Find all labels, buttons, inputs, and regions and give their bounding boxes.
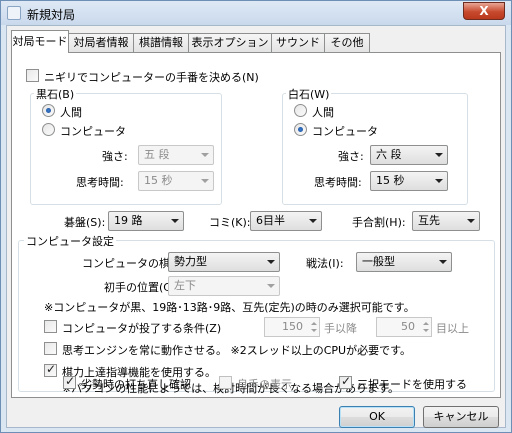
komi-select[interactable]: 6目半	[250, 211, 322, 231]
chevron-down-icon	[309, 219, 317, 223]
black-strength-label: 強さ:	[102, 150, 128, 163]
retry-checkbox[interactable]	[63, 374, 76, 389]
white-strength-label: 強さ:	[338, 150, 364, 163]
white-strength-select[interactable]: 六 段	[370, 145, 448, 165]
dialog-body: 対局モード 対局者情報 棋譜情報 表示オプション サウンド その他 ニギリでコン…	[6, 25, 506, 428]
close-button[interactable]: X	[463, 2, 505, 20]
black-strength-select[interactable]: 五 段	[138, 145, 214, 165]
spin-down-icon	[311, 329, 317, 332]
resign-points-value: 50	[401, 320, 415, 333]
chevron-down-icon	[201, 179, 209, 183]
chevron-down-icon	[171, 219, 179, 223]
spin-up-icon	[311, 322, 317, 325]
chevron-down-icon	[267, 260, 275, 264]
good-move-label: 良手の表示	[237, 378, 292, 391]
cancel-button[interactable]: キャンセル	[423, 406, 499, 428]
title-bar: 新規対局 X	[1, 1, 511, 25]
chevron-down-icon	[201, 153, 209, 157]
dialog-window: 新規対局 X 対局モード 対局者情報 棋譜情報 表示オプション サウンド その他…	[0, 0, 512, 433]
first-pos-value: 左下	[174, 279, 196, 292]
good-move-checkbox[interactable]	[219, 376, 232, 389]
white-group-title: 白石(W)	[286, 86, 332, 102]
nigiri-label: ニギリでコンピューターの手番を決める(N)	[44, 71, 259, 84]
chevron-down-icon	[467, 219, 475, 223]
three-choice-checkbox[interactable]	[339, 374, 352, 389]
board-size-select[interactable]: 19 路	[108, 211, 184, 231]
style-value: 勢力型	[174, 255, 207, 268]
spin-down-icon	[423, 329, 429, 332]
resign-points-unit: 目以上	[436, 322, 469, 335]
black-human-label: 人間	[60, 106, 82, 119]
tab-game-mode[interactable]: 対局モード	[11, 30, 69, 53]
spin-up-icon	[423, 322, 429, 325]
tactic-select[interactable]: 一般型	[356, 252, 452, 272]
first-pos-note: ※コンピュータが黒、19路･13路･9路、互先(定先)の時のみ選択可能です。	[44, 301, 415, 314]
handicap-select[interactable]: 互先	[412, 211, 480, 231]
ponder-checkbox[interactable]	[44, 342, 57, 355]
komi-label: コミ(K):	[209, 216, 251, 229]
black-strength-value: 五 段	[144, 148, 170, 161]
chevron-down-icon	[435, 179, 443, 183]
black-computer-radio[interactable]	[42, 123, 55, 136]
black-time-value: 15 秒	[144, 174, 173, 187]
resign-moves-spinner[interactable]: 150	[264, 317, 320, 337]
resign-moves-unit: 手以降	[324, 322, 357, 335]
retry-label: 劣勢時の打ち直し確認	[81, 378, 191, 391]
resign-label: コンピュータが投了する条件(Z)	[62, 322, 222, 335]
nigiri-checkbox[interactable]	[26, 69, 39, 82]
resign-checkbox[interactable]	[44, 320, 57, 333]
white-computer-label: コンピュータ	[312, 125, 378, 138]
white-human-label: 人間	[312, 106, 334, 119]
handicap-label: 手合割(H):	[352, 216, 406, 229]
tab-display-options[interactable]: 表示オプション	[188, 33, 272, 52]
ok-button[interactable]: OK	[339, 406, 415, 428]
chevron-down-icon	[435, 153, 443, 157]
black-time-select[interactable]: 15 秒	[138, 171, 214, 191]
window-title: 新規対局	[27, 8, 76, 22]
first-pos-select[interactable]: 左下	[168, 276, 280, 296]
white-time-value: 15 秒	[376, 174, 405, 187]
guidance-checkbox[interactable]	[44, 362, 57, 377]
game-mode-panel: ニギリでコンピューターの手番を決める(N) 黒石(B) 人間 コンピュータ 強さ…	[11, 52, 501, 398]
white-strength-value: 六 段	[376, 148, 402, 161]
tab-other[interactable]: その他	[324, 33, 370, 52]
black-computer-label: コンピュータ	[60, 125, 126, 138]
board-label: 碁盤(S):	[64, 216, 106, 229]
resign-points-spinner[interactable]: 50	[376, 317, 432, 337]
tab-sound[interactable]: サウンド	[271, 33, 325, 52]
three-choice-label: 三択モードを使用する	[357, 378, 467, 391]
komi-value: 6目半	[256, 214, 285, 227]
tab-record-info[interactable]: 棋譜情報	[133, 33, 189, 52]
chevron-down-icon	[267, 284, 275, 288]
app-icon	[7, 6, 21, 20]
tactic-value: 一般型	[362, 255, 395, 268]
white-time-select[interactable]: 15 秒	[370, 171, 448, 191]
tab-player-info[interactable]: 対局者情報	[68, 33, 134, 52]
black-group-title: 黒石(B)	[34, 86, 77, 102]
ponder-label: 思考エンジンを常に動作させる。 ※2スレッド以上のCPUが必要です。	[62, 344, 411, 357]
computer-settings-title: コンピュータ設定	[24, 233, 116, 249]
handicap-value: 互先	[418, 214, 440, 227]
board-size-value: 19 路	[114, 214, 143, 227]
black-time-label: 思考時間:	[76, 176, 124, 189]
tactic-label: 戦法(I):	[306, 257, 344, 270]
chevron-down-icon	[439, 260, 447, 264]
style-select[interactable]: 勢力型	[168, 252, 280, 272]
resign-moves-value: 150	[282, 320, 303, 333]
white-time-label: 思考時間:	[314, 176, 362, 189]
white-computer-radio[interactable]	[294, 123, 307, 136]
white-human-radio[interactable]	[294, 104, 307, 117]
black-human-radio[interactable]	[42, 104, 55, 117]
